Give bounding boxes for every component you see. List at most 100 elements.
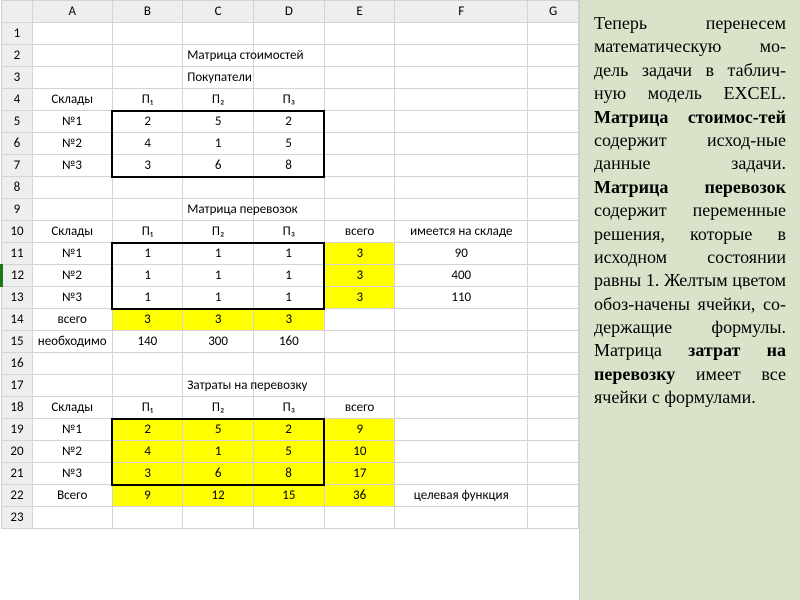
big-total-label[interactable]: Всего <box>32 485 112 507</box>
cell[interactable] <box>395 89 528 111</box>
row-header[interactable]: 9 <box>2 199 33 221</box>
cell[interactable] <box>395 23 528 45</box>
cell[interactable] <box>112 353 183 375</box>
cell[interactable] <box>324 375 395 397</box>
cell[interactable] <box>324 309 395 331</box>
cell[interactable] <box>112 177 183 199</box>
row-header[interactable]: 2 <box>2 45 33 67</box>
cell[interactable] <box>528 331 579 353</box>
col-header-G[interactable]: G <box>528 1 579 23</box>
expense-col-total[interactable]: 15 <box>253 485 324 507</box>
cell[interactable] <box>183 507 254 529</box>
cell[interactable] <box>253 67 324 89</box>
transport-cell[interactable]: 1 <box>183 265 254 287</box>
cell[interactable] <box>528 507 579 529</box>
expense-cell[interactable]: 4 <box>112 441 183 463</box>
transport-cell[interactable]: 1 <box>112 287 183 309</box>
cell[interactable] <box>528 177 579 199</box>
demand-cell[interactable]: 300 <box>183 331 254 353</box>
cell[interactable] <box>395 353 528 375</box>
cell[interactable] <box>324 67 395 89</box>
expense-row-total[interactable]: 9 <box>324 419 395 441</box>
cell[interactable] <box>395 419 528 441</box>
cell[interactable] <box>32 67 112 89</box>
cell[interactable] <box>32 375 112 397</box>
cell[interactable] <box>112 507 183 529</box>
buyers-label[interactable]: Покупатели <box>183 67 254 89</box>
cell[interactable] <box>324 199 395 221</box>
cell[interactable] <box>395 199 528 221</box>
cell[interactable] <box>528 89 579 111</box>
cost-cell[interactable]: 4 <box>112 133 183 155</box>
col-header-D[interactable]: D <box>253 1 324 23</box>
p1-header[interactable]: П₁ <box>112 221 183 243</box>
cell[interactable] <box>32 507 112 529</box>
row-header[interactable]: 18 <box>2 397 33 419</box>
cell[interactable] <box>395 177 528 199</box>
row-header[interactable]: 21 <box>2 463 33 485</box>
p3-header[interactable]: П₃ <box>253 221 324 243</box>
cell[interactable] <box>395 309 528 331</box>
cost-cell[interactable]: 8 <box>253 155 324 177</box>
cell[interactable] <box>528 243 579 265</box>
transport-cell[interactable]: 1 <box>183 243 254 265</box>
cell[interactable] <box>395 331 528 353</box>
cell[interactable] <box>183 23 254 45</box>
expense-row-total[interactable]: 10 <box>324 441 395 463</box>
objective-label[interactable]: целевая функция <box>395 485 528 507</box>
cell[interactable] <box>32 45 112 67</box>
cell[interactable] <box>528 353 579 375</box>
expense-cell[interactable]: 3 <box>112 463 183 485</box>
expense-cell[interactable]: 6 <box>183 463 254 485</box>
col-header-F[interactable]: F <box>395 1 528 23</box>
cell[interactable] <box>324 177 395 199</box>
cell[interactable] <box>528 419 579 441</box>
row-header[interactable]: 1 <box>2 23 33 45</box>
cost-cell[interactable]: 6 <box>183 155 254 177</box>
corner-cell[interactable] <box>2 1 33 23</box>
p2-header[interactable]: П₂ <box>183 221 254 243</box>
cell[interactable] <box>395 507 528 529</box>
warehouses-label[interactable]: Склады <box>32 89 112 111</box>
expense-cell[interactable]: 1 <box>183 441 254 463</box>
expense-col-total[interactable]: 12 <box>183 485 254 507</box>
cell[interactable] <box>528 45 579 67</box>
title-expenses[interactable]: Затраты на перевозку <box>183 375 254 397</box>
in-stock-label[interactable]: имеется на складе <box>395 221 528 243</box>
transport-cell[interactable]: 1 <box>112 265 183 287</box>
cell[interactable] <box>324 45 395 67</box>
cell[interactable] <box>395 67 528 89</box>
expense-cell[interactable]: 8 <box>253 463 324 485</box>
cell[interactable] <box>32 353 112 375</box>
cell[interactable] <box>253 507 324 529</box>
cell[interactable] <box>324 331 395 353</box>
transport-col-total[interactable]: 3 <box>183 309 254 331</box>
cell[interactable] <box>253 353 324 375</box>
cell[interactable] <box>528 397 579 419</box>
cell[interactable] <box>183 353 254 375</box>
cell[interactable] <box>324 507 395 529</box>
transport-row-label[interactable]: №3 <box>32 287 112 309</box>
cell[interactable] <box>183 177 254 199</box>
title-transport-matrix[interactable]: Матрица перевозок <box>183 199 254 221</box>
expense-cell[interactable]: 5 <box>183 419 254 441</box>
transport-cell[interactable]: 1 <box>253 265 324 287</box>
cell[interactable] <box>395 133 528 155</box>
row-header[interactable]: 14 <box>2 309 33 331</box>
transport-cell[interactable]: 1 <box>253 287 324 309</box>
row-header[interactable]: 7 <box>2 155 33 177</box>
cell[interactable] <box>528 287 579 309</box>
cost-row-label[interactable]: №3 <box>32 155 112 177</box>
cell[interactable] <box>112 199 183 221</box>
cell[interactable] <box>112 67 183 89</box>
row-header[interactable]: 6 <box>2 133 33 155</box>
row-header[interactable]: 10 <box>2 221 33 243</box>
cell[interactable] <box>528 111 579 133</box>
transport-row-label[interactable]: №1 <box>32 243 112 265</box>
cell[interactable] <box>112 45 183 67</box>
cost-cell[interactable]: 5 <box>253 133 324 155</box>
stock-cell[interactable]: 110 <box>395 287 528 309</box>
expense-cell[interactable]: 5 <box>253 441 324 463</box>
required-label[interactable]: необходимо <box>32 331 112 353</box>
cost-cell[interactable]: 1 <box>183 133 254 155</box>
